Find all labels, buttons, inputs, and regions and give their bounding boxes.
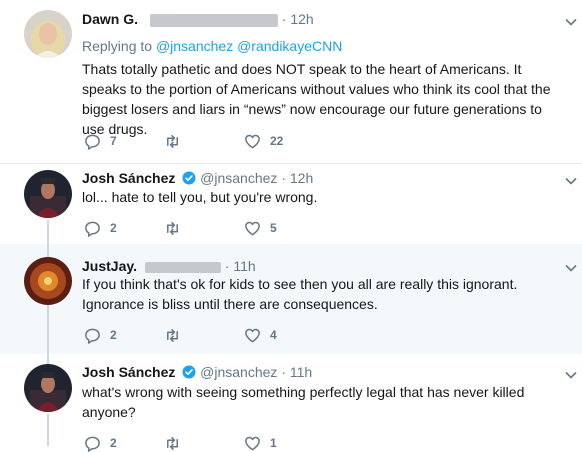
thread-line	[47, 220, 49, 244]
avatar-josh[interactable]	[24, 364, 72, 412]
thread-line	[47, 244, 49, 257]
author-name[interactable]: Josh Sánchez	[82, 364, 175, 380]
tweet-text: what's wrong with seeing something perfe…	[82, 384, 525, 420]
redacted-handle	[144, 261, 221, 273]
timestamp[interactable]: 12h	[290, 170, 313, 186]
like-button[interactable]: 4	[244, 326, 277, 344]
like-count: 1	[270, 436, 277, 450]
reply-icon	[85, 221, 100, 237]
chevron-down-icon[interactable]	[564, 174, 578, 188]
tweet-josh-2[interactable]: Josh Sánchez @jnsanchez · 11h what's wro…	[0, 354, 582, 452]
thread-line	[47, 354, 49, 364]
chevron-down-icon[interactable]	[564, 15, 578, 29]
like-count: 5	[270, 221, 277, 235]
retweet-button[interactable]	[164, 434, 190, 452]
reply-icon	[85, 134, 100, 150]
thread-line	[47, 414, 49, 446]
like-button[interactable]: 1	[244, 434, 277, 452]
like-count: 4	[270, 328, 277, 342]
redacted-handle	[149, 13, 278, 27]
author-name[interactable]: JustJay.	[82, 258, 137, 274]
retweet-icon	[167, 134, 178, 148]
heart-icon	[245, 436, 260, 450]
reply-count: 2	[110, 328, 117, 342]
heart-icon	[245, 221, 260, 235]
tweet-text: lol... hate to tell you, but you're wron…	[82, 189, 318, 205]
verified-badge-icon	[182, 171, 196, 185]
reply-count: 2	[110, 221, 117, 235]
heart-icon	[245, 328, 260, 342]
separator-dot: ·	[281, 170, 286, 186]
separator-dot: ·	[224, 258, 230, 274]
reply-icon	[85, 328, 100, 344]
separator-dot: ·	[281, 364, 286, 380]
reply-button[interactable]: 2	[84, 326, 117, 344]
reply-button[interactable]: 2	[84, 219, 117, 237]
author-handle[interactable]: @jnsanchez	[200, 170, 277, 186]
tweet-dawn[interactable]: Dawn G. · 12h Replying to @jnsanchez @ra…	[0, 0, 582, 163]
separator-dot: ·	[281, 11, 287, 27]
retweet-button[interactable]	[164, 326, 190, 344]
tweet-josh-1[interactable]: Josh Sánchez @jnsanchez · 12h lol... hat…	[0, 164, 582, 244]
author-handle[interactable]: @jnsanchez	[200, 364, 277, 380]
replying-to: Replying to @jnsanchez @randikayeCNN	[82, 38, 342, 54]
reply-button[interactable]: 7	[84, 132, 117, 150]
retweet-icon	[167, 328, 178, 342]
like-count: 22	[270, 134, 284, 148]
tweet-text: If you think that's ok for kids to see t…	[82, 276, 518, 312]
reply-icon	[85, 436, 100, 452]
timestamp[interactable]: 12h	[290, 11, 313, 27]
heart-icon	[245, 134, 260, 148]
mention-link-jnsanchez[interactable]: @jnsanchez	[156, 38, 233, 54]
chevron-down-icon[interactable]	[564, 368, 578, 382]
thread-line	[47, 305, 49, 354]
tweet-text: Thats totally pathetic and does NOT spea…	[82, 61, 551, 137]
retweet-icon	[167, 436, 178, 450]
like-button[interactable]: 22	[244, 132, 283, 150]
like-button[interactable]: 5	[244, 219, 277, 237]
reply-count: 7	[110, 134, 117, 148]
tweet-justjay[interactable]: JustJay. · 11h If you think that's ok fo…	[0, 244, 582, 354]
retweet-button[interactable]	[164, 132, 190, 150]
retweet-button[interactable]	[164, 219, 190, 237]
mention-link-randikayecnn[interactable]: @randikayeCNN	[237, 38, 342, 54]
reply-button[interactable]: 2	[84, 434, 117, 452]
replying-to-label: Replying to	[82, 38, 153, 54]
chevron-down-icon[interactable]	[564, 261, 578, 275]
avatar-justjay[interactable]	[24, 257, 72, 305]
author-name[interactable]: Josh Sánchez	[82, 170, 175, 186]
timestamp[interactable]: 11h	[290, 364, 312, 380]
author-name[interactable]: Dawn G.	[82, 11, 138, 27]
verified-badge-icon	[182, 365, 196, 379]
timestamp[interactable]: 11h	[233, 258, 255, 274]
reply-count: 2	[110, 436, 117, 450]
avatar-josh[interactable]	[24, 170, 72, 218]
retweet-icon	[167, 221, 178, 235]
avatar-dawn[interactable]	[24, 10, 72, 58]
